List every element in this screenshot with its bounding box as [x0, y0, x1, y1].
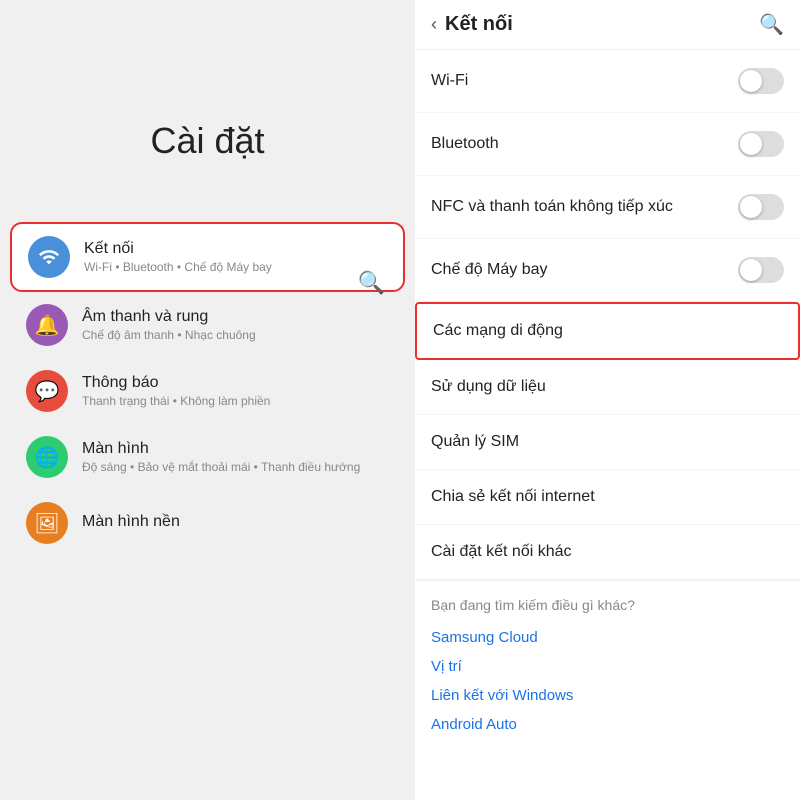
menu-item-chia-se[interactable]: Chia sẻ kết nối internet: [415, 470, 800, 525]
right-panel: ‹ Kết nối 🔍 Wi-Fi Bluetooth NFC và thanh…: [415, 0, 800, 800]
menu-item-wifi[interactable]: Wi-Fi: [415, 50, 800, 113]
right-header-title: Kết nối: [445, 13, 513, 36]
search-icon-right[interactable]: 🔍: [759, 12, 784, 37]
bluetooth-toggle[interactable]: [738, 131, 784, 157]
settings-title: Cài đặt: [150, 120, 264, 162]
back-arrow-icon[interactable]: ‹: [431, 14, 437, 35]
ket-noi-title: Kết nối: [84, 240, 272, 258]
ket-noi-icon: [28, 236, 70, 278]
suggestion-lien-ket-windows[interactable]: Liên kết với Windows: [431, 681, 784, 710]
menu-item-mang-di-dong[interactable]: Các mạng di động: [415, 302, 800, 360]
ket-noi-text: Kết nối Wi-Fi • Bluetooth • Chế độ Máy b…: [84, 240, 272, 274]
settings-item-am-thanh[interactable]: 🔔 Âm thanh và rung Chế độ âm thanh • Nhạ…: [10, 292, 405, 358]
quan-ly-sim-label: Quản lý SIM: [431, 433, 519, 451]
settings-item-man-hinh[interactable]: 🌐 Màn hình Độ sáng • Bảo vệ mắt thoải má…: [10, 424, 405, 490]
suggestions-title: Bạn đang tìm kiếm điều gì khác?: [431, 597, 784, 613]
thong-bao-text: Thông báo Thanh trạng thái • Không làm p…: [82, 374, 270, 408]
menu-item-su-dung-du-lieu[interactable]: Sử dụng dữ liệu: [415, 360, 800, 415]
menu-item-quan-ly-sim[interactable]: Quản lý SIM: [415, 415, 800, 470]
am-thanh-icon: 🔔: [26, 304, 68, 346]
thong-bao-icon: 💬: [26, 370, 68, 412]
suggestion-samsung-cloud[interactable]: Samsung Cloud: [431, 623, 784, 652]
menu-item-may-bay[interactable]: Chế độ Máy bay: [415, 239, 800, 302]
header-left: ‹ Kết nối: [431, 13, 513, 36]
am-thanh-title: Âm thanh và rung: [82, 308, 256, 326]
settings-item-thong-bao[interactable]: 💬 Thông báo Thanh trạng thái • Không làm…: [10, 358, 405, 424]
chia-se-label: Chia sẻ kết nối internet: [431, 488, 595, 506]
ket-noi-subtitle: Wi-Fi • Bluetooth • Chế độ Máy bay: [84, 260, 272, 274]
nfc-label: NFC và thanh toán không tiếp xúc: [431, 198, 673, 216]
right-header: ‹ Kết nối 🔍: [415, 0, 800, 50]
menu-item-nfc[interactable]: NFC và thanh toán không tiếp xúc: [415, 176, 800, 239]
suggestion-android-auto[interactable]: Android Auto: [431, 710, 784, 739]
man-hinh-text: Màn hình Độ sáng • Bảo vệ mắt thoải mái …: [82, 440, 360, 474]
man-hinh-icon: 🌐: [26, 436, 68, 478]
thong-bao-title: Thông báo: [82, 374, 270, 392]
man-hinh-title: Màn hình: [82, 440, 360, 458]
suggestions-section: Bạn đang tìm kiếm điều gì khác? Samsung …: [415, 581, 800, 755]
settings-item-ket-noi[interactable]: Kết nối Wi-Fi • Bluetooth • Chế độ Máy b…: [10, 222, 405, 292]
suggestion-vi-tri[interactable]: Vị trí: [431, 652, 784, 681]
bluetooth-label: Bluetooth: [431, 135, 499, 153]
wifi-label: Wi-Fi: [431, 72, 468, 90]
man-hinh-nen-icon: 🖼: [26, 502, 68, 544]
may-bay-label: Chế độ Máy bay: [431, 261, 548, 279]
menu-item-bluetooth[interactable]: Bluetooth: [415, 113, 800, 176]
wifi-toggle[interactable]: [738, 68, 784, 94]
left-panel: Cài đặt 🔍 Kết nối Wi-Fi • Bluetooth • Ch…: [0, 0, 415, 800]
man-hinh-nen-title: Màn hình nền: [82, 513, 180, 531]
may-bay-toggle[interactable]: [738, 257, 784, 283]
settings-list: Kết nối Wi-Fi • Bluetooth • Chế độ Máy b…: [0, 222, 415, 556]
mang-di-dong-label: Các mạng di động: [433, 322, 563, 340]
settings-item-man-hinh-nen[interactable]: 🖼 Màn hình nền: [10, 490, 405, 556]
cai-dat-ket-noi-label: Cài đặt kết nối khác: [431, 543, 572, 561]
man-hinh-nen-text: Màn hình nền: [82, 513, 180, 533]
thong-bao-subtitle: Thanh trạng thái • Không làm phiền: [82, 394, 270, 408]
am-thanh-subtitle: Chế độ âm thanh • Nhạc chuông: [82, 328, 256, 342]
su-dung-du-lieu-label: Sử dụng dữ liệu: [431, 378, 546, 396]
search-icon-left[interactable]: 🔍: [358, 270, 385, 296]
man-hinh-subtitle: Độ sáng • Bảo vệ mắt thoải mái • Thanh đ…: [82, 460, 360, 474]
menu-item-cai-dat-ket-noi[interactable]: Cài đặt kết nối khác: [415, 525, 800, 580]
am-thanh-text: Âm thanh và rung Chế độ âm thanh • Nhạc …: [82, 308, 256, 342]
nfc-toggle[interactable]: [738, 194, 784, 220]
